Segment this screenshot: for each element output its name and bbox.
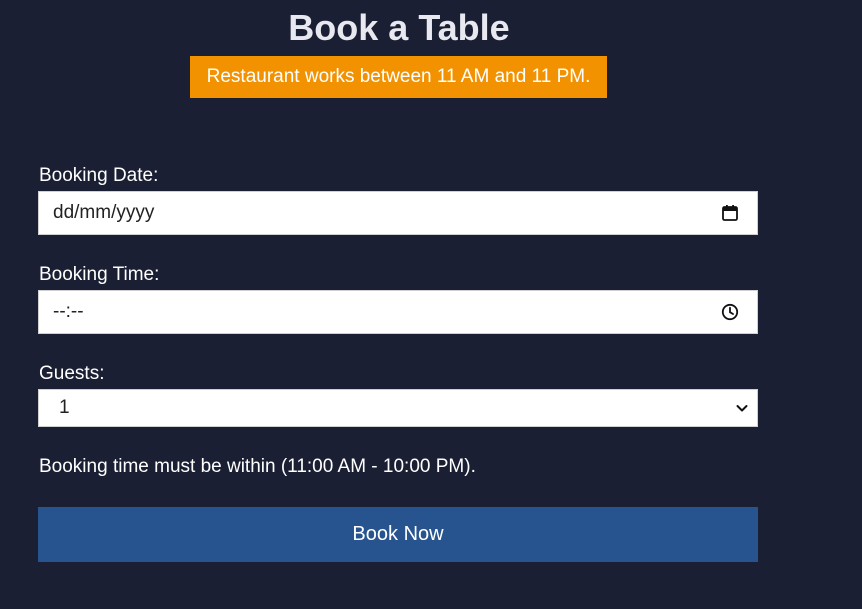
- calendar-icon[interactable]: [719, 202, 741, 224]
- guests-selected-value: 1: [59, 397, 70, 418]
- chevron-down-icon: [731, 397, 753, 419]
- booking-date-placeholder: dd/mm/yyyy: [53, 202, 155, 223]
- clock-icon[interactable]: [719, 301, 741, 323]
- booking-date-label: Booking Date:: [39, 165, 159, 186]
- guests-label: Guests:: [39, 363, 105, 384]
- booking-date-input[interactable]: dd/mm/yyyy: [38, 191, 758, 235]
- booking-time-hint: Booking time must be within (11:00 AM - …: [39, 456, 476, 477]
- booking-time-label: Booking Time:: [39, 264, 160, 285]
- booking-time-placeholder: --:--: [53, 301, 84, 322]
- opening-hours-notice: Restaurant works between 11 AM and 11 PM…: [190, 56, 607, 98]
- page-title: Book a Table: [288, 7, 510, 48]
- book-now-button[interactable]: Book Now: [38, 507, 758, 562]
- guests-select[interactable]: 1: [38, 389, 758, 427]
- booking-time-input[interactable]: --:--: [38, 290, 758, 334]
